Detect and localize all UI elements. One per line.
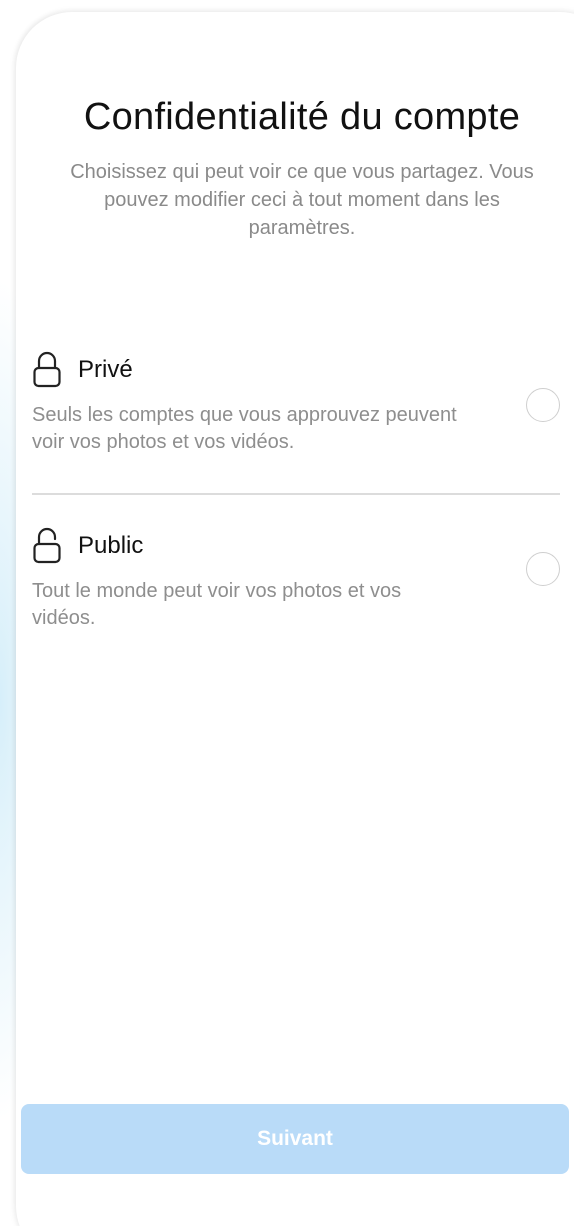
options-divider [32,493,560,495]
public-radio-button[interactable] [526,552,560,586]
option-public-description: Tout le monde peut voir vos photos et vo… [32,580,402,629]
option-private-description: Seuls les comptes que vous approuvez peu… [32,404,457,453]
option-private[interactable]: Privé Seuls les comptes que vous approuv… [32,350,560,456]
option-private-label: Privé [78,356,133,383]
option-private-header: Privé [32,350,560,390]
screen-background: Confidentialité du compte Choisissez qui… [0,0,574,1226]
page-title: Confidentialité du compte [83,96,521,138]
lock-closed-icon [33,351,61,388]
next-button[interactable]: Suivant [21,1104,569,1174]
private-radio-button[interactable] [526,388,560,422]
lock-open-icon [33,527,61,564]
option-public-header: Public [32,526,560,566]
page-subtitle: Choisissez qui peut voir ce que vous par… [70,161,534,239]
option-public[interactable]: Public Tout le monde peut voir vos photo… [32,526,560,632]
option-public-label: Public [78,532,144,559]
